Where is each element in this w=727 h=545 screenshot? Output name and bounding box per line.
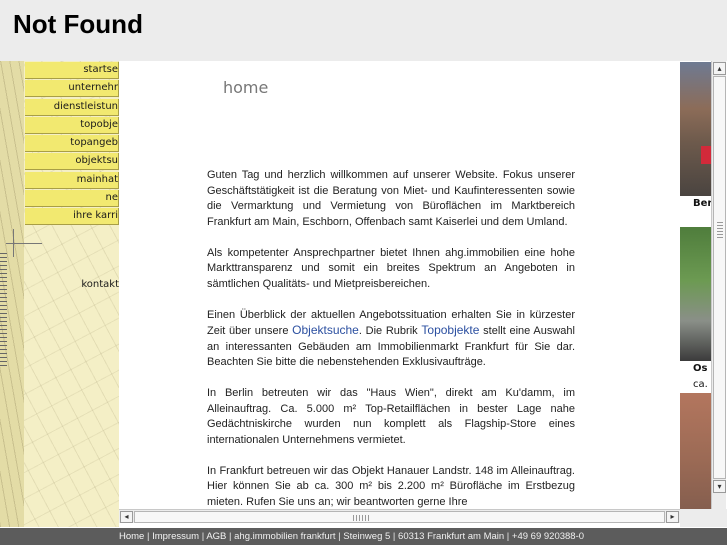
scroll-left-button[interactable]: ◂ — [120, 511, 133, 523]
nav-item-kontakt[interactable]: kontakt — [25, 277, 119, 294]
horizontal-scrollbar[interactable]: ◂ ▸ — [119, 509, 680, 523]
footer-bar: Home | Impressum | AGB | ahg.immobilien … — [0, 528, 727, 545]
nav-item-startseite[interactable]: startse — [25, 62, 119, 79]
footer-phone: +49 69 920388-0 — [511, 531, 585, 542]
building-photo-third[interactable] — [680, 393, 711, 527]
footer-company: ahg.immobilien frankfurt — [234, 531, 336, 542]
left-nav-frame: startse unternehr dienstleistun topobje … — [0, 61, 119, 527]
building-photo-berlin[interactable] — [680, 62, 711, 196]
building-photo-frankfurt[interactable] — [680, 227, 711, 361]
footer-city: 60313 Frankfurt am Main — [398, 531, 505, 542]
nav-item-topobjekte[interactable]: topobje — [25, 116, 119, 134]
grip-icon — [717, 222, 723, 238]
crosshair-decoration-vertical — [13, 229, 14, 257]
caption-frankfurt: Os — [693, 363, 708, 374]
horizontal-scroll-thumb[interactable] — [134, 511, 665, 523]
overview-text-b: . Die Rubrik — [358, 325, 422, 337]
intro-paragraph: Guten Tag und herzlich willkommen auf un… — [207, 169, 575, 228]
competence-paragraph: Als kompetenter Ansprechpartner bietet I… — [207, 246, 575, 290]
nav-item-unternehmen[interactable]: unternehr — [25, 80, 119, 98]
frameset: startse unternehr dienstleistun topobje … — [0, 61, 727, 545]
berlin-paragraph: In Berlin betreuten wir das "Haus Wien",… — [207, 387, 575, 446]
footer-separator: | — [226, 531, 235, 542]
caption-area: ca. — [693, 379, 708, 390]
nav-item-dienstleistungen[interactable]: dienstleistun — [25, 98, 119, 116]
scroll-down-button[interactable]: ▾ — [713, 480, 726, 493]
topobjekte-link[interactable]: Topobjekte — [421, 323, 479, 337]
vertical-scroll-thumb[interactable] — [713, 76, 726, 479]
nav-item-news[interactable]: ne — [25, 190, 119, 208]
nav-item-objektsuche[interactable]: objektsu — [25, 153, 119, 171]
footer-links: Home | Impressum | AGB | ahg.immobilien … — [119, 528, 584, 545]
footer-street: Steinweg 5 — [343, 531, 391, 542]
ruler-decoration — [0, 253, 7, 369]
right-teaser-frame: Ber Os ca. ▴ ▾ — [680, 61, 727, 527]
main-content-frame: home Guten Tag und herzlich willkommen a… — [119, 61, 680, 509]
frankfurt-paragraph: In Frankfurt betreuen wir das Objekt Han… — [207, 464, 575, 508]
content-text: Guten Tag und herzlich willkommen auf un… — [207, 168, 575, 509]
footer-separator: | — [504, 531, 512, 542]
vertical-scrollbar[interactable]: ▴ ▾ — [711, 61, 726, 509]
nav-item-karriere[interactable]: ihre karri — [25, 208, 119, 226]
footer-impressum-link[interactable]: Impressum — [152, 531, 199, 542]
objektsuche-link[interactable]: Objektsuche — [292, 323, 359, 337]
scroll-up-button[interactable]: ▴ — [713, 62, 726, 75]
crosshair-decoration — [6, 243, 42, 244]
footer-agb-link[interactable]: AGB — [206, 531, 226, 542]
scrollbar-corner — [680, 509, 727, 527]
nav-item-topangebote[interactable]: topangeb — [25, 135, 119, 153]
page-title: home — [223, 78, 269, 97]
overview-paragraph: Einen Überblick der aktuellen Angebotssi… — [207, 308, 575, 371]
scroll-right-button[interactable]: ▸ — [666, 511, 679, 523]
not-found-title: Not Found — [13, 9, 143, 39]
footer-home-link[interactable]: Home — [119, 531, 144, 542]
main-navigation: startse unternehr dienstleistun topobje … — [25, 62, 119, 227]
photo-accent — [701, 146, 711, 164]
caption-berlin: Ber — [693, 198, 713, 209]
footer-separator: | — [390, 531, 399, 542]
nav-item-mainhattan[interactable]: mainhat — [25, 171, 119, 189]
footer-separator: | — [144, 531, 153, 542]
grip-icon — [353, 515, 369, 521]
